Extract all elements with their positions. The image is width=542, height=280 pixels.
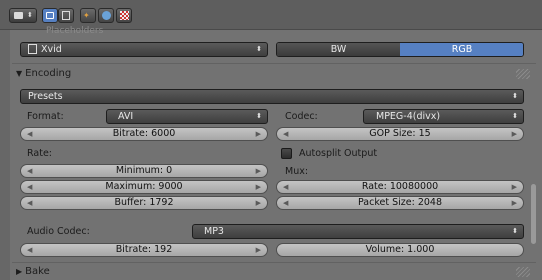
- audio-codec-value: MP3: [204, 226, 224, 237]
- mux-rate-field[interactable]: ◀ Rate: 10080000 ▶: [276, 180, 524, 194]
- scene-icon: ✦: [83, 11, 90, 20]
- autosplit-label: Autosplit Output: [299, 148, 378, 159]
- tab-scene[interactable]: ✦: [80, 8, 96, 23]
- presets-label: Presets: [28, 91, 63, 102]
- placeholders-label: Placeholders: [46, 26, 104, 36]
- presets-menu[interactable]: Presets ⬍: [20, 89, 524, 104]
- encoding-panel-header[interactable]: ▼ Encoding: [16, 65, 536, 83]
- rate-maximum-value: Maximum: 9000: [105, 181, 183, 192]
- world-icon: [102, 11, 111, 20]
- chevron-updown-icon: ⬍: [256, 112, 262, 120]
- packet-size-field[interactable]: ◀ Packet Size: 2048 ▶: [276, 196, 524, 210]
- increment-arrow-icon[interactable]: ▶: [256, 128, 261, 140]
- decrement-arrow-icon[interactable]: ◀: [283, 128, 288, 140]
- increment-arrow-icon[interactable]: ▶: [256, 244, 261, 256]
- editor-type-menu[interactable]: ⬍: [9, 8, 37, 23]
- buffer-field[interactable]: ◀ Buffer: 1792 ▶: [20, 196, 268, 210]
- codec-label: Codec:: [285, 111, 318, 122]
- editor-type-icon: [14, 12, 23, 19]
- decrement-arrow-icon[interactable]: ◀: [283, 181, 288, 193]
- color-mode-toggle: BW RGB: [276, 42, 524, 57]
- drag-handle-icon[interactable]: [516, 267, 530, 277]
- chevron-updown-icon: ⬍: [512, 92, 518, 100]
- codec-value: MPEG-4(divx): [376, 111, 441, 122]
- volume-value: Volume: 1.000: [365, 244, 435, 255]
- decrement-arrow-icon[interactable]: ◀: [27, 244, 32, 256]
- checker-texture-icon: [120, 11, 129, 20]
- volume-field[interactable]: Volume: 1.000: [276, 243, 524, 257]
- codec-dropdown[interactable]: MPEG-4(divx) ⬍: [363, 109, 524, 124]
- layers-icon: [62, 11, 70, 20]
- bake-title: Bake: [25, 266, 50, 277]
- chevron-updown-icon: ⬍: [512, 227, 518, 235]
- camera-icon: [46, 12, 54, 19]
- triangle-down-icon: ▼: [16, 69, 23, 78]
- chevron-updown-icon: ⬍: [27, 11, 33, 19]
- triangle-right-icon: ▶: [16, 267, 23, 276]
- rate-minimum-value: Minimum: 0: [115, 165, 173, 176]
- buffer-value: Buffer: 1792: [114, 197, 174, 208]
- properties-header: ⬍ ✦ Placeholders: [0, 0, 542, 36]
- increment-arrow-icon[interactable]: ▶: [512, 197, 517, 209]
- video-bitrate-field[interactable]: ◀ Bitrate: 6000 ▶: [20, 127, 268, 141]
- rate-label: Rate:: [27, 148, 52, 159]
- audio-codec-label: Audio Codec:: [27, 226, 90, 237]
- increment-arrow-icon[interactable]: ▶: [512, 181, 517, 193]
- tab-render[interactable]: [42, 8, 58, 23]
- format-value: AVI: [118, 111, 134, 122]
- gop-size-value: GOP Size: 15: [369, 128, 431, 139]
- decrement-arrow-icon[interactable]: ◀: [27, 165, 32, 177]
- audio-bitrate-field[interactable]: ◀ Bitrate: 192 ▶: [20, 243, 268, 257]
- decrement-arrow-icon[interactable]: ◀: [283, 197, 288, 209]
- tab-texture[interactable]: [116, 8, 132, 23]
- increment-arrow-icon[interactable]: ▶: [512, 128, 517, 140]
- film-icon: [28, 44, 37, 54]
- video-bitrate-value: Bitrate: 6000: [112, 128, 176, 139]
- increment-arrow-icon[interactable]: ▶: [256, 165, 261, 177]
- decrement-arrow-icon[interactable]: ◀: [27, 197, 32, 209]
- encoding-title: Encoding: [25, 68, 72, 79]
- bake-panel-header[interactable]: ▶ Bake: [16, 263, 536, 280]
- rate-maximum-field[interactable]: ◀ Maximum: 9000 ▶: [20, 180, 268, 194]
- tab-world[interactable]: [98, 8, 114, 23]
- packet-size-value: Packet Size: 2048: [358, 197, 442, 208]
- audio-codec-dropdown[interactable]: MP3 ⬍: [192, 224, 524, 239]
- audio-bitrate-value: Bitrate: 192: [115, 244, 173, 255]
- format-dropdown[interactable]: AVI ⬍: [106, 109, 268, 124]
- increment-arrow-icon[interactable]: ▶: [256, 197, 261, 209]
- increment-arrow-icon[interactable]: ▶: [256, 181, 261, 193]
- rate-minimum-field[interactable]: ◀ Minimum: 0 ▶: [20, 164, 268, 178]
- scrollbar[interactable]: [531, 184, 536, 244]
- container-value: Xvid: [41, 44, 62, 55]
- bw-button[interactable]: BW: [277, 43, 400, 56]
- chevron-updown-icon: ⬍: [512, 112, 518, 120]
- format-label: Format:: [27, 111, 64, 122]
- mux-rate-value: Rate: 10080000: [361, 181, 439, 192]
- divider: [12, 63, 536, 64]
- region-edge: [0, 30, 10, 280]
- drag-handle-icon[interactable]: [516, 69, 530, 79]
- container-dropdown[interactable]: Xvid ⬍: [20, 42, 268, 57]
- decrement-arrow-icon[interactable]: ◀: [27, 181, 32, 193]
- rgb-button[interactable]: RGB: [400, 43, 523, 56]
- autosplit-checkbox[interactable]: [281, 148, 292, 159]
- mux-label: Mux:: [285, 166, 309, 177]
- gop-size-field[interactable]: ◀ GOP Size: 15 ▶: [276, 127, 524, 141]
- chevron-updown-icon: ⬍: [256, 45, 262, 53]
- decrement-arrow-icon[interactable]: ◀: [27, 128, 32, 140]
- tab-layers[interactable]: [58, 8, 74, 23]
